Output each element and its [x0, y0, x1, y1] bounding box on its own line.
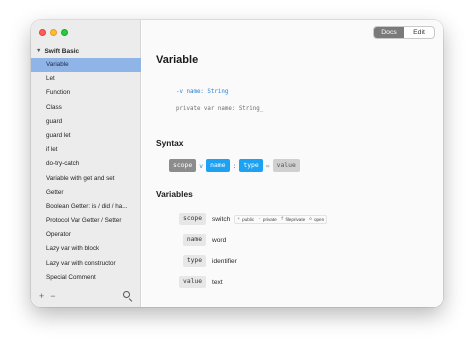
sidebar-item-guard[interactable]: guard: [31, 115, 141, 129]
app-window: ▼ Swift Basic Variable Let Function Clas…: [31, 20, 443, 307]
variable-key: value: [179, 276, 206, 288]
sidebar-item-operator[interactable]: Operator: [31, 228, 141, 242]
sidebar-item-lazy-var-constructor[interactable]: Lazy var with constructor: [31, 257, 141, 271]
syntax-token-scope[interactable]: scope: [169, 159, 197, 172]
close-window-button[interactable]: [39, 29, 46, 36]
scope-options: + public - private f fileprivate o open: [234, 214, 328, 224]
sidebar-item-if-let[interactable]: if let: [31, 143, 141, 157]
sidebar-item-getter[interactable]: Getter: [31, 186, 141, 200]
mode-segmented-control: Docs Edit: [373, 26, 435, 39]
sidebar-list: Variable Let Function Class guard guard …: [31, 58, 141, 285]
syntax-token-type[interactable]: type: [239, 159, 263, 172]
variable-row-scope: scope switch + public - private f filepriva…: [169, 213, 328, 225]
edit-tab[interactable]: Edit: [404, 27, 434, 38]
minimize-window-button[interactable]: [50, 29, 57, 36]
syntax-separator: v: [199, 161, 204, 170]
main-content: Docs Edit Variable -v name: String priva…: [142, 20, 443, 307]
chevron-down-icon: ▼: [36, 48, 42, 54]
remove-button[interactable]: −: [50, 291, 55, 301]
variable-row-value: value text: [169, 276, 223, 288]
option-key: +: [237, 216, 241, 222]
variable-desc: word: [212, 236, 227, 244]
sidebar-item-lazy-var-block[interactable]: Lazy var with block: [31, 242, 141, 256]
variable-key: type: [182, 255, 206, 267]
variable-key: name: [182, 234, 206, 246]
page-title: Variable: [156, 54, 199, 66]
option-key: o: [309, 216, 312, 222]
sidebar: ▼ Swift Basic Variable Let Function Clas…: [31, 20, 141, 307]
option-key: -: [258, 216, 261, 222]
option-key: f: [280, 216, 284, 222]
sidebar-item-protocol-var[interactable]: Protocol Var Getter / Setter: [31, 214, 141, 228]
sidebar-item-guard-let[interactable]: guard let: [31, 129, 141, 143]
sidebar-section-swift-basic[interactable]: ▼ Swift Basic: [36, 45, 79, 57]
syntax-row: scope v name : type = value: [169, 159, 300, 172]
sidebar-item-do-try-catch[interactable]: do-try-catch: [31, 157, 141, 171]
sidebar-item-class[interactable]: Class: [31, 101, 141, 115]
add-button[interactable]: +: [39, 291, 44, 301]
zoom-window-button[interactable]: [61, 29, 68, 36]
code-example: -v name: String private var name: String…: [176, 89, 263, 112]
option-label: open: [313, 216, 325, 222]
variable-desc: switch: [212, 215, 231, 223]
variables-heading: Variables: [156, 189, 193, 199]
sidebar-section-label: Swift Basic: [44, 47, 80, 55]
option-label: public: [242, 216, 255, 222]
syntax-token-name[interactable]: name: [206, 159, 230, 172]
search-icon[interactable]: [123, 291, 133, 302]
syntax-separator: :: [232, 161, 237, 170]
variable-desc: text: [212, 278, 223, 286]
syntax-heading: Syntax: [156, 138, 184, 148]
syntax-token-value[interactable]: value: [272, 159, 300, 172]
option-label: private: [262, 216, 277, 222]
option-label: fileprivate: [285, 216, 306, 222]
docs-tab[interactable]: Docs: [374, 27, 404, 38]
sidebar-footer: + −: [31, 285, 141, 307]
window-controls: [39, 29, 68, 36]
sidebar-item-variable-get-set[interactable]: Variable with get and set: [31, 172, 141, 186]
sidebar-item-function[interactable]: Function: [31, 86, 141, 100]
syntax-separator: =: [265, 161, 270, 170]
variable-row-type: type identifier: [169, 255, 237, 267]
code-line-expansion: private var name: String_: [176, 106, 264, 112]
sidebar-item-boolean-getter[interactable]: Boolean Getter: is / did / ha...: [31, 200, 141, 214]
sidebar-item-variable[interactable]: Variable: [31, 58, 141, 73]
sidebar-item-special-comment[interactable]: Special Comment: [31, 271, 141, 285]
sidebar-item-let[interactable]: Let: [31, 72, 141, 86]
variable-row-name: name word: [169, 234, 226, 246]
variable-key: scope: [179, 213, 206, 225]
variable-desc: identifier: [212, 257, 237, 265]
code-line-shortcut: -v name: String: [176, 89, 229, 95]
